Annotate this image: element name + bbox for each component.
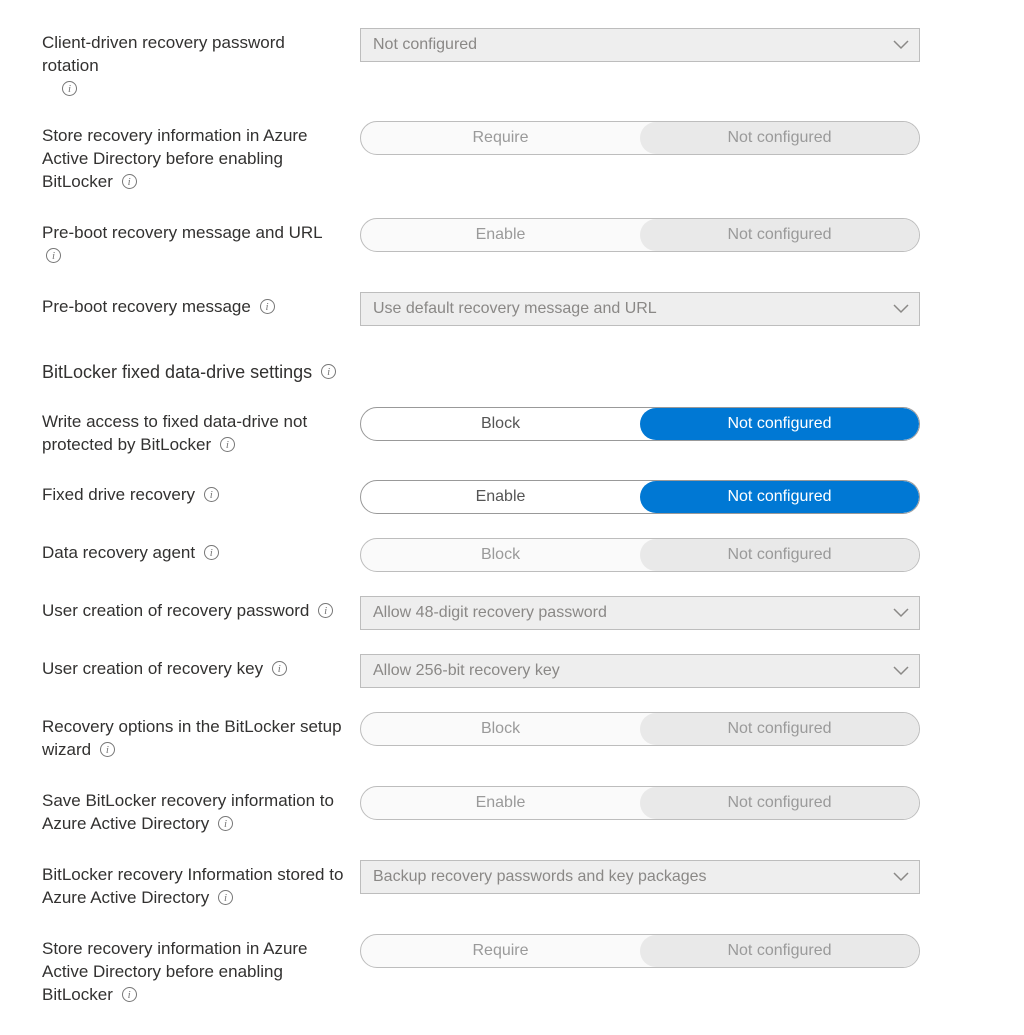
label-recovery-options-wizard: Recovery options in the BitLocker setup … [42, 712, 360, 762]
label-fixed-write-access: Write access to fixed data-drive not pro… [42, 407, 360, 457]
select-preboot-msg[interactable]: Use default recovery message and URL [360, 292, 920, 326]
chevron-down-icon [893, 872, 909, 882]
label-info-stored-aad: BitLocker recovery Information stored to… [42, 860, 360, 910]
row-preboot-msg: Pre-boot recovery message Use default re… [42, 292, 982, 326]
info-icon[interactable] [318, 603, 333, 618]
toggle-fixed-write-access[interactable]: Block Not configured [360, 407, 920, 441]
toggle-fixed-recovery[interactable]: Enable Not configured [360, 480, 920, 514]
label-data-recovery-agent: Data recovery agent [42, 538, 360, 565]
toggle-preboot-msg-url[interactable]: Enable Not configured [360, 218, 920, 252]
toggle-option-require[interactable]: Require [361, 122, 640, 154]
row-user-recovery-password: User creation of recovery password Allow… [42, 596, 982, 630]
toggle-option-block[interactable]: Block [361, 539, 640, 571]
label-fixed-recovery: Fixed drive recovery [42, 480, 360, 507]
label-text: Fixed drive recovery [42, 485, 195, 504]
select-value: Allow 256-bit recovery key [373, 662, 560, 680]
info-icon[interactable] [220, 437, 235, 452]
toggle-option-block[interactable]: Block [361, 408, 640, 440]
row-info-stored-aad: BitLocker recovery Information stored to… [42, 860, 982, 910]
label-text: Client-driven recovery password rotation [42, 33, 285, 75]
toggle-option-block[interactable]: Block [361, 713, 640, 745]
label-text: Recovery options in the BitLocker setup … [42, 717, 342, 759]
toggle-option-not-configured[interactable]: Not configured [640, 787, 919, 819]
label-text: Save BitLocker recovery information to A… [42, 791, 334, 833]
info-icon[interactable] [100, 742, 115, 757]
row-store-aad-before-1: Store recovery information in Azure Acti… [42, 121, 982, 194]
chevron-down-icon [893, 666, 909, 676]
chevron-down-icon [893, 40, 909, 50]
label-user-recovery-password: User creation of recovery password [42, 596, 360, 623]
toggle-store-aad-before-1[interactable]: Require Not configured [360, 121, 920, 155]
label-text: BitLocker recovery Information stored to… [42, 865, 343, 907]
info-icon[interactable] [122, 987, 137, 1002]
select-value: Use default recovery message and URL [373, 300, 657, 318]
toggle-option-not-configured[interactable]: Not configured [640, 481, 919, 513]
toggle-option-not-configured[interactable]: Not configured [640, 408, 919, 440]
select-value: Backup recovery passwords and key packag… [373, 868, 707, 886]
toggle-option-not-configured[interactable]: Not configured [640, 539, 919, 571]
toggle-option-not-configured[interactable]: Not configured [640, 219, 919, 251]
label-store-aad-before-2: Store recovery information in Azure Acti… [42, 934, 360, 1007]
select-value: Allow 48-digit recovery password [373, 604, 607, 622]
toggle-data-recovery-agent[interactable]: Block Not configured [360, 538, 920, 572]
label-store-aad-before-1: Store recovery information in Azure Acti… [42, 121, 360, 194]
info-icon[interactable] [272, 661, 287, 676]
toggle-option-not-configured[interactable]: Not configured [640, 713, 919, 745]
info-icon[interactable] [218, 890, 233, 905]
select-client-rotation[interactable]: Not configured [360, 28, 920, 62]
info-icon[interactable] [204, 545, 219, 560]
row-preboot-msg-url: Pre-boot recovery message and URL Enable… [42, 218, 982, 268]
row-save-to-aad: Save BitLocker recovery information to A… [42, 786, 982, 836]
select-value: Not configured [373, 36, 477, 54]
section-header-fixed-drive: BitLocker fixed data-drive settings [42, 362, 982, 383]
toggle-save-to-aad[interactable]: Enable Not configured [360, 786, 920, 820]
chevron-down-icon [893, 304, 909, 314]
label-text: Store recovery information in Azure Acti… [42, 939, 308, 1004]
label-text: Store recovery information in Azure Acti… [42, 126, 308, 191]
row-store-aad-before-2: Store recovery information in Azure Acti… [42, 934, 982, 1007]
label-text: User creation of recovery password [42, 601, 309, 620]
select-info-stored-aad[interactable]: Backup recovery passwords and key packag… [360, 860, 920, 894]
label-text: Data recovery agent [42, 543, 195, 562]
row-data-recovery-agent: Data recovery agent Block Not configured [42, 538, 982, 572]
toggle-option-enable[interactable]: Enable [361, 481, 640, 513]
toggle-store-aad-before-2[interactable]: Require Not configured [360, 934, 920, 968]
label-save-to-aad: Save BitLocker recovery information to A… [42, 786, 360, 836]
chevron-down-icon [893, 608, 909, 618]
row-fixed-write-access: Write access to fixed data-drive not pro… [42, 407, 982, 457]
toggle-option-enable[interactable]: Enable [361, 787, 640, 819]
toggle-option-not-configured[interactable]: Not configured [640, 935, 919, 967]
row-fixed-recovery: Fixed drive recovery Enable Not configur… [42, 480, 982, 514]
info-icon[interactable] [46, 248, 61, 263]
label-client-rotation: Client-driven recovery password rotation [42, 28, 360, 97]
row-client-rotation: Client-driven recovery password rotation… [42, 28, 982, 97]
label-preboot-msg-url: Pre-boot recovery message and URL [42, 218, 360, 268]
label-text: Pre-boot recovery message [42, 297, 251, 316]
row-user-recovery-key: User creation of recovery key Allow 256-… [42, 654, 982, 688]
info-icon[interactable] [204, 487, 219, 502]
info-icon[interactable] [321, 364, 336, 379]
info-icon[interactable] [260, 299, 275, 314]
toggle-option-require[interactable]: Require [361, 935, 640, 967]
toggle-option-not-configured[interactable]: Not configured [640, 122, 919, 154]
row-recovery-options-wizard: Recovery options in the BitLocker setup … [42, 712, 982, 762]
select-user-recovery-key[interactable]: Allow 256-bit recovery key [360, 654, 920, 688]
label-text: Pre-boot recovery message and URL [42, 223, 322, 242]
info-icon[interactable] [122, 174, 137, 189]
info-icon[interactable] [62, 81, 77, 96]
section-header-text: BitLocker fixed data-drive settings [42, 362, 312, 382]
toggle-recovery-options-wizard[interactable]: Block Not configured [360, 712, 920, 746]
toggle-option-enable[interactable]: Enable [361, 219, 640, 251]
label-user-recovery-key: User creation of recovery key [42, 654, 360, 681]
label-text: Write access to fixed data-drive not pro… [42, 412, 307, 454]
label-preboot-msg: Pre-boot recovery message [42, 292, 360, 319]
label-text: User creation of recovery key [42, 659, 263, 678]
select-user-recovery-password[interactable]: Allow 48-digit recovery password [360, 596, 920, 630]
info-icon[interactable] [218, 816, 233, 831]
